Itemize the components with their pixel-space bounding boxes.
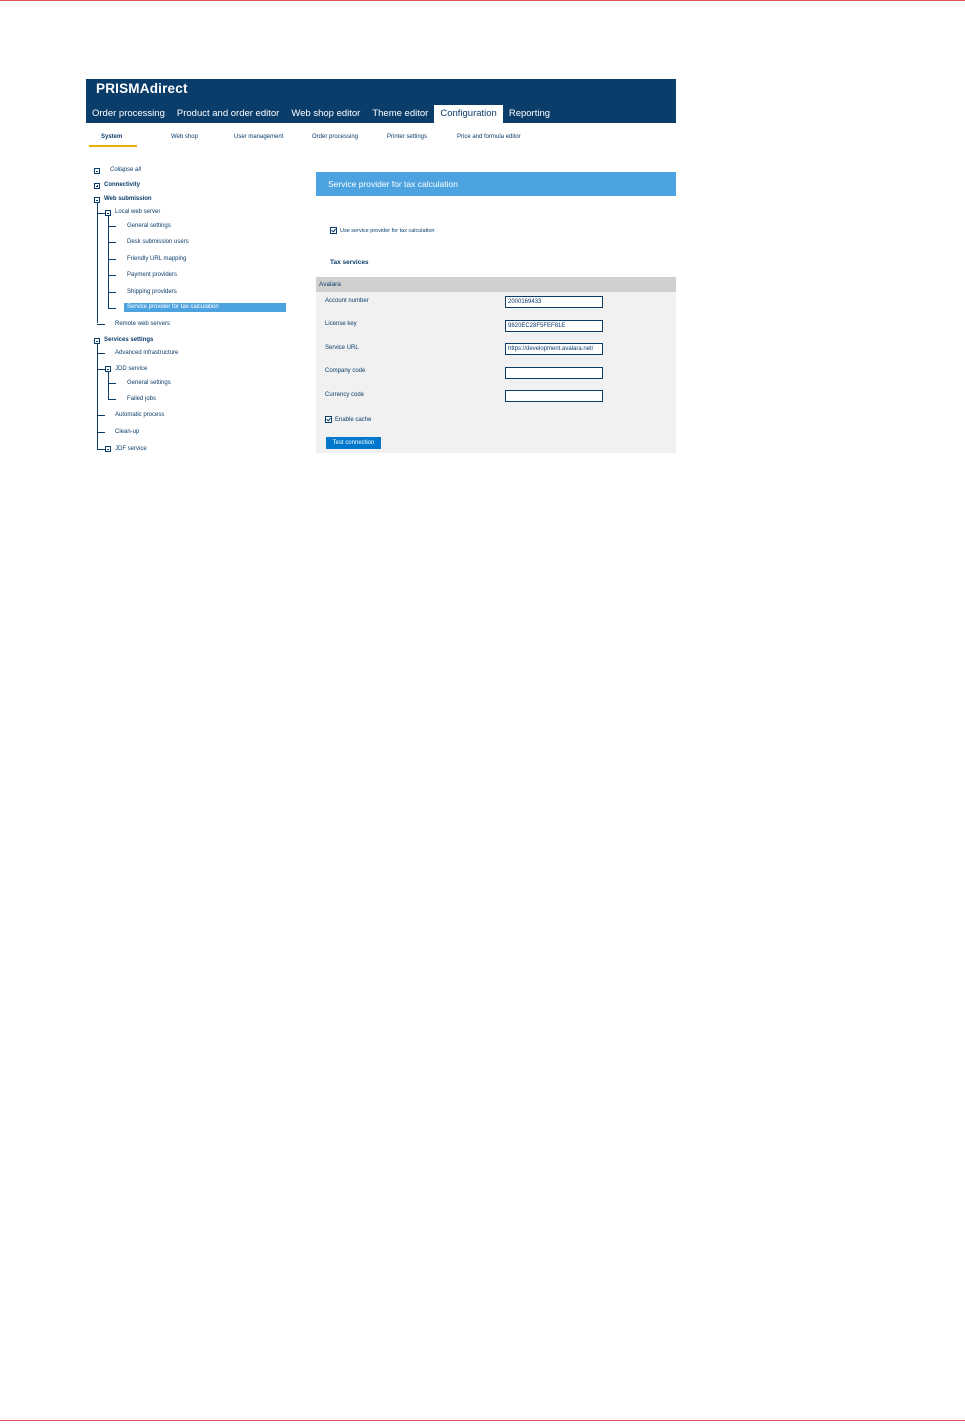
tree-connector (108, 259, 116, 260)
company-code-field[interactable] (505, 367, 603, 379)
tree-item-remote-web-servers[interactable]: Remote web servers (115, 320, 170, 329)
tab-web-shop-editor[interactable]: Web shop editor (285, 105, 366, 123)
service-url-field[interactable]: https://development.avalara.net/ (505, 343, 603, 355)
currency-code-field[interactable] (505, 390, 603, 402)
tree-connector (97, 415, 105, 416)
tree-connector (108, 226, 116, 227)
enable-cache-row: Enable cache (325, 416, 371, 423)
tree-connector (97, 213, 105, 214)
tree-item-connectivity[interactable]: Connectivity (104, 181, 140, 190)
tree-item-web-submission[interactable]: Web submission (104, 195, 152, 204)
main-navigation: Order processing Product and order edito… (86, 105, 556, 123)
tab-reporting[interactable]: Reporting (503, 105, 556, 123)
use-service-provider-row: Use service provider for tax calculation (330, 227, 434, 234)
avalara-group-header: Avalara (316, 277, 676, 292)
tree-item-jdd-service[interactable]: JDD service (115, 365, 147, 374)
tree-item-services-settings[interactable]: Services settings (104, 336, 153, 345)
page-top-rule (0, 0, 965, 1)
tab-order-processing[interactable]: Order processing (86, 105, 171, 123)
tree-connector (108, 242, 116, 243)
tree-item-automatic-process[interactable]: Automatic process (115, 411, 164, 420)
tree-item-clean-up[interactable]: Clean-up (115, 428, 139, 437)
license-key-label: License key (325, 321, 357, 327)
page-bottom-rule (0, 1420, 965, 1421)
tree-connector (97, 324, 105, 325)
tree-item-payment-providers[interactable]: Payment providers (127, 271, 177, 280)
tree-connector (108, 216, 109, 308)
tree-connector (97, 369, 105, 370)
subtab-printer-settings[interactable]: Printer settings (387, 131, 427, 143)
tree-connector (97, 203, 98, 323)
tree-item-jdf-service[interactable]: JDF service (115, 445, 147, 454)
tax-services-heading: Tax services (330, 259, 369, 266)
tab-product-and-order-editor[interactable]: Product and order editor (171, 105, 285, 123)
active-subtab-indicator (89, 145, 137, 147)
app-title: PRISMAdirect (96, 81, 188, 96)
tree-item-general-settings[interactable]: General settings (127, 222, 171, 231)
tree-connector (97, 344, 98, 449)
expand-connectivity-icon[interactable] (94, 183, 100, 189)
use-service-provider-label: Use service provider for tax calculation (340, 227, 435, 234)
currency-code-label: Currency code (325, 392, 365, 398)
tree-item-desk-submission-users[interactable]: Desk submission users (127, 238, 189, 247)
collapse-jdf-service-icon[interactable] (105, 446, 111, 452)
tree-connector (108, 292, 116, 293)
tree-item-local-web-server[interactable]: Local web server (115, 208, 160, 217)
tree-connector (108, 308, 116, 309)
tree-connector (97, 449, 105, 450)
account-number-label: Account number (325, 298, 369, 304)
sub-navigation: System Web shop User management Order pr… (86, 131, 676, 147)
service-url-label: Service URL (325, 345, 359, 351)
settings-tree: Collapse all Connectivity Web submission… (92, 164, 292, 454)
tree-item-shipping-providers[interactable]: Shipping providers (127, 288, 177, 297)
panel-title: Service provider for tax calculation (316, 172, 676, 196)
account-number-field[interactable]: 2000169433 (505, 296, 603, 308)
subtab-order-processing[interactable]: Order processing (312, 131, 358, 143)
collapse-all-icon[interactable] (94, 168, 100, 174)
tree-item-service-provider-tax-calculation[interactable]: Service provider for tax calculation (124, 303, 286, 312)
tab-theme-editor[interactable]: Theme editor (366, 105, 434, 123)
test-connection-button[interactable]: Test connection (326, 437, 381, 449)
tree-item-failed-jobs[interactable]: Failed jobs (127, 395, 156, 404)
subtab-system[interactable]: System (101, 131, 122, 143)
company-code-label: Company code (325, 368, 366, 374)
subtab-user-management[interactable]: User management (234, 131, 283, 143)
tree-connector (108, 275, 116, 276)
app-header: PRISMAdirect Order processing Product an… (86, 79, 676, 123)
use-service-provider-checkbox[interactable] (330, 227, 337, 234)
tree-item-friendly-url-mapping[interactable]: Friendly URL mapping (127, 255, 186, 264)
tree-item-advanced-infrastructure[interactable]: Advanced infrastructure (115, 349, 178, 358)
tree-item-jdd-general-settings[interactable]: General settings (127, 379, 171, 388)
subtab-price-and-formula-editor[interactable]: Price and formula editor (457, 131, 521, 143)
tree-connector (97, 353, 105, 354)
tree-connector (97, 432, 105, 433)
collapse-all-link[interactable]: Collapse all (110, 166, 141, 175)
enable-cache-checkbox[interactable] (325, 416, 332, 423)
tree-connector (108, 383, 116, 384)
tab-configuration[interactable]: Configuration (434, 105, 503, 123)
subtab-web-shop[interactable]: Web shop (171, 131, 198, 143)
avalara-settings-group: Avalara Account number 2000169433 Licens… (316, 277, 676, 453)
tree-connector (108, 372, 109, 399)
prismadirect-window: PRISMAdirect Order processing Product an… (86, 79, 676, 454)
enable-cache-label: Enable cache (335, 417, 372, 424)
tree-connector (108, 399, 116, 400)
license-key-field[interactable]: 9820EC28F5FEF81E (505, 320, 603, 332)
